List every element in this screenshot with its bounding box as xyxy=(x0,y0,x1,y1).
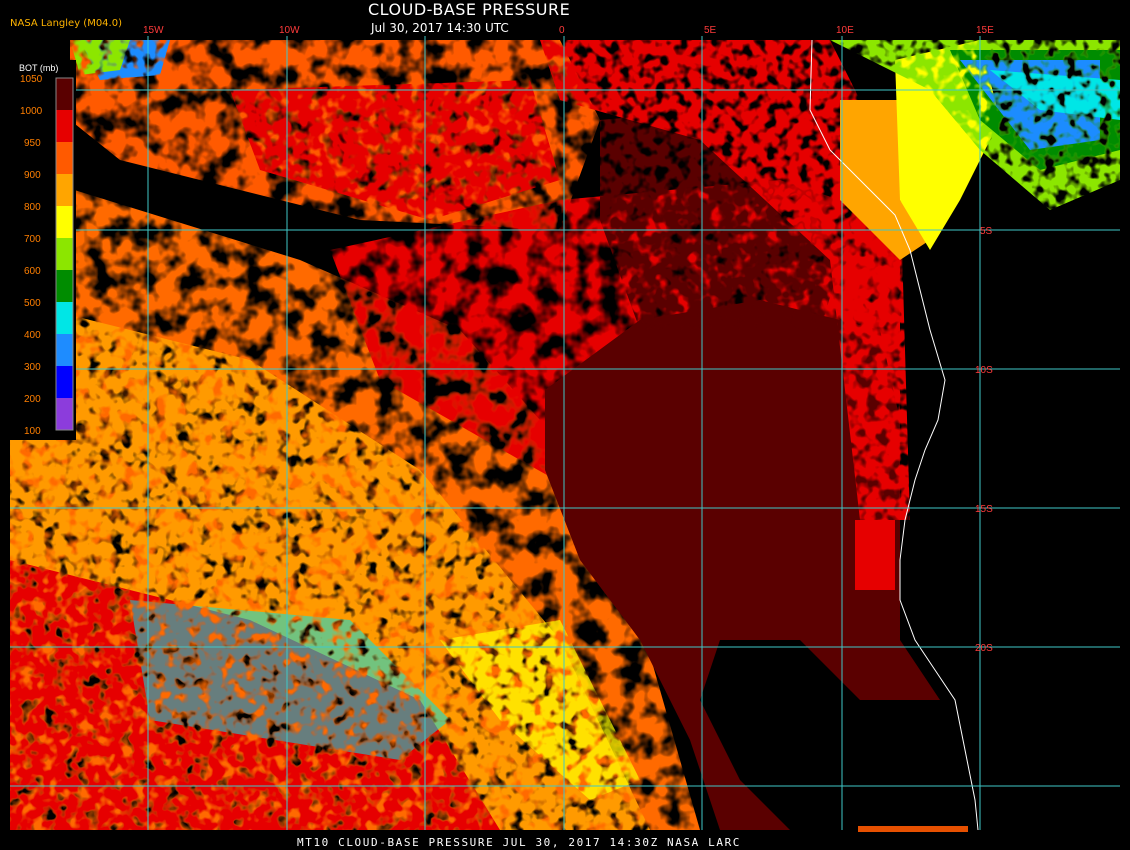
colorbar-label: 200 xyxy=(24,394,41,405)
colorbar-swatch xyxy=(56,302,73,334)
colorbar-swatch xyxy=(56,238,73,270)
colorbar-swatch xyxy=(56,334,73,366)
colorbar-label: 100 xyxy=(24,426,41,437)
map-timestamp: Jul 30, 2017 14:30 UTC xyxy=(371,21,509,35)
colorbar-label: 500 xyxy=(24,298,41,309)
cloud-field xyxy=(10,40,1120,832)
colorbar-label: 900 xyxy=(24,170,41,181)
colorbar-label: 700 xyxy=(24,234,41,245)
colorbar-swatch xyxy=(56,206,73,238)
colorbar-swatch xyxy=(56,366,73,398)
colorbar-title: BOT (mb) xyxy=(19,63,58,73)
lon-label: 0 xyxy=(559,25,565,36)
lon-label: 15W xyxy=(143,25,164,36)
colorbar-swatch xyxy=(56,270,73,302)
colorbar-label: 950 xyxy=(24,138,41,149)
colorbar-label: 300 xyxy=(24,362,41,373)
lat-label: 20S xyxy=(975,643,993,654)
lon-label: 10E xyxy=(836,25,854,36)
cloud-base-pressure-map: 15W 10W 0 5E 10E 15E 5S 10S 15S 20S BOT … xyxy=(8,25,1120,832)
footer-caption: MT10 CLOUD-BASE PRESSURE JUL 30, 2017 14… xyxy=(297,836,742,849)
colorbar-swatch xyxy=(56,398,73,430)
colorbar-label: 800 xyxy=(24,202,41,213)
colorbar-swatch xyxy=(56,110,73,142)
colorbar: BOT (mb) 1050 1000 950 900 800 700 600 5… xyxy=(8,60,76,440)
lon-label: 10W xyxy=(279,25,300,36)
colorbar-label: 400 xyxy=(24,330,41,341)
lat-label: 10S xyxy=(975,365,993,376)
map-title: CLOUD-BASE PRESSURE xyxy=(368,0,571,19)
colorbar-swatch xyxy=(56,174,73,206)
colorbar-label: 1050 xyxy=(20,74,43,85)
lat-label: 5S xyxy=(980,226,993,237)
lon-label: 15E xyxy=(976,25,994,36)
colorbar-swatches xyxy=(55,77,74,431)
colorbar-label: 1000 xyxy=(20,106,43,117)
agency-label: NASA Langley (M04.0) xyxy=(10,18,122,29)
colorbar-label: 600 xyxy=(24,266,41,277)
colorbar-swatch xyxy=(56,78,73,110)
latitude-labels: 5S 10S 15S 20S xyxy=(975,226,993,654)
lat-label: 15S xyxy=(975,504,993,515)
lon-label: 5E xyxy=(704,25,717,36)
longitude-labels: 15W 10W 0 5E 10E 15E xyxy=(143,25,994,36)
colorbar-swatch xyxy=(56,142,73,174)
